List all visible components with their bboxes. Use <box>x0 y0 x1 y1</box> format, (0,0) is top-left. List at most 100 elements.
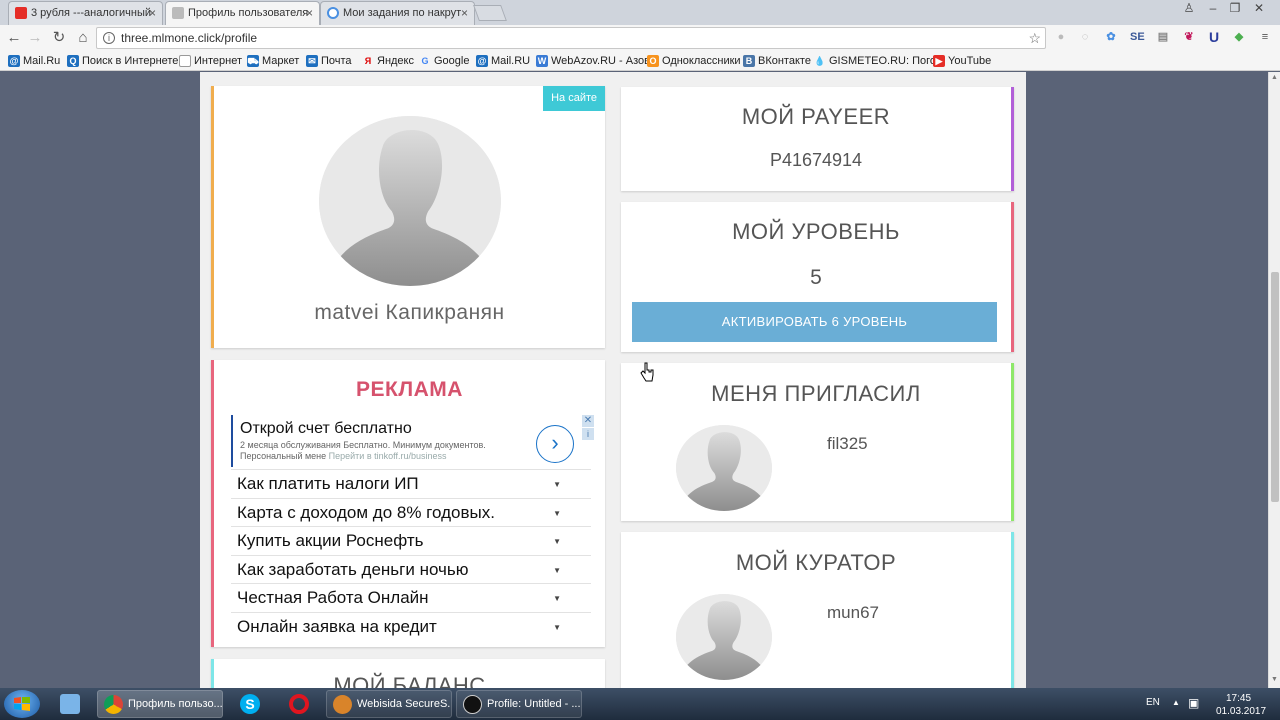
taskbar-media-player[interactable] <box>48 690 92 718</box>
level-title: МОЙ УРОВЕНЬ <box>732 219 900 244</box>
network-icon[interactable]: ▣ <box>1188 696 1199 710</box>
extension-icon[interactable]: ● <box>1054 30 1068 44</box>
balance-card: МОЙ БАЛАНС <box>211 659 605 688</box>
bookmark-item[interactable]: Q Поиск в Интернете <box>67 54 178 68</box>
avatar-icon <box>319 116 501 286</box>
close-icon[interactable]: × <box>461 2 468 24</box>
taskbar-profile[interactable]: Profile: Untitled - ... <box>456 690 582 718</box>
level-card: МОЙ УРОВЕНЬ 5 АКТИВИРОВАТЬ 6 УРОВЕНЬ <box>621 202 1014 352</box>
address-bar[interactable]: i three.mlmone.click/profile ☆ <box>96 27 1046 49</box>
bookmarks-bar: @ Mail.Ru Q Поиск в Интернете Интернет ⛟ Ма… <box>0 51 1280 71</box>
curator-name[interactable]: mun67 <box>827 603 879 623</box>
chevron-right-icon[interactable]: › <box>536 425 574 463</box>
forward-icon[interactable]: → <box>26 29 44 47</box>
inviter-title: МЕНЯ ПРИГЛАСИЛ <box>711 381 921 406</box>
taskbar-chrome[interactable]: Профиль пользо... <box>97 690 223 718</box>
avatar-icon <box>676 425 772 511</box>
username: matvei Капикранян <box>314 301 505 324</box>
ad-list-item[interactable]: Как платить налоги ИП ▼ <box>231 469 591 498</box>
tab-profile[interactable]: Профиль пользователя × <box>165 1 320 25</box>
star-icon[interactable]: ☆ <box>1028 28 1041 48</box>
extension-icon[interactable]: ◌ <box>1078 30 1092 44</box>
inviter-card: МЕНЯ ПРИГЛАСИЛ fil325 <box>621 363 1014 521</box>
dropdown-icon: ▼ <box>553 480 561 489</box>
close-icon[interactable]: ✕ <box>582 415 594 427</box>
inviter-name[interactable]: fil325 <box>827 434 868 454</box>
taskbar-webisida[interactable]: Webisida SecureS... <box>326 690 452 718</box>
tray-arrow-icon[interactable]: ▲ <box>1172 698 1180 707</box>
bookmark-item[interactable]: W WebAzov.RU - Азов <box>536 54 650 68</box>
close-icon[interactable]: × <box>306 2 313 24</box>
extension-icon[interactable]: ◆ <box>1232 30 1246 44</box>
profile-card: На сайте matvei Капикранян <box>211 86 605 348</box>
activate-level-button[interactable]: АКТИВИРОВАТЬ 6 УРОВЕНЬ <box>632 302 997 342</box>
taskbar-skype[interactable]: S <box>228 690 272 718</box>
user-icon[interactable]: ♙ <box>1178 0 1200 18</box>
page-viewport: На сайте matvei Капикранян РЕКЛАМА Откро… <box>0 72 1268 688</box>
tab-strip: 3 рубля ---аналогичный × Профиль пользов… <box>0 0 1280 25</box>
ad-list: Как платить налоги ИП ▼ Карта с доходом д… <box>231 469 591 641</box>
taskbar: Профиль пользо... S Webisida SecureS... … <box>0 688 1280 720</box>
bookmark-item[interactable]: Я Яндекс <box>362 54 414 68</box>
bookmark-item[interactable]: G Google <box>419 54 469 68</box>
extension-icon[interactable]: ❦ <box>1182 30 1196 44</box>
info-icon[interactable]: i <box>103 32 115 44</box>
dropdown-icon: ▼ <box>553 622 561 632</box>
scrollbar[interactable]: ▲ ▼ <box>1268 72 1280 688</box>
youtube-icon <box>15 7 27 19</box>
ad-list-item[interactable]: Купить акции Роснефть ▼ <box>231 526 591 555</box>
app-icon <box>463 695 482 714</box>
scrollbar-thumb[interactable] <box>1271 272 1279 502</box>
close-window-button[interactable]: ✕ <box>1248 0 1270 18</box>
dropdown-icon: ▼ <box>553 565 561 575</box>
bookmark-item[interactable]: ▶ YouTube <box>933 54 991 68</box>
extension-icon[interactable]: ✿ <box>1104 30 1118 44</box>
bookmark-item[interactable]: @ Mail.RU <box>476 54 530 68</box>
skype-icon: S <box>240 694 260 714</box>
dropdown-icon: ▼ <box>553 594 561 604</box>
curator-title: МОЙ КУРАТОР <box>735 550 897 575</box>
tab-youtube[interactable]: 3 рубля ---аналогичный × <box>8 1 163 25</box>
clock-time[interactable]: 17:45 <box>1226 693 1251 704</box>
home-icon[interactable]: ⌂ <box>74 29 92 47</box>
cursor-icon <box>640 362 654 382</box>
dropdown-icon: ▼ <box>553 508 561 518</box>
menu-icon[interactable]: ≡ <box>1258 30 1272 44</box>
restore-button[interactable]: ❐ <box>1224 0 1246 18</box>
minimize-button[interactable]: – <box>1202 0 1224 18</box>
tab-tasks[interactable]: Мои задания по накрут × <box>320 1 475 25</box>
bookmark-item[interactable]: Интернет <box>179 54 242 68</box>
reload-icon[interactable]: ↻ <box>50 29 68 47</box>
windows-start-icon[interactable] <box>4 690 40 718</box>
bookmark-item[interactable]: B ВКонтакте <box>743 54 811 68</box>
back-icon[interactable]: ← <box>5 29 23 47</box>
ad-list-item[interactable]: Карта с доходом до 8% годовых. ▼ <box>231 497 591 527</box>
bookmark-item[interactable]: 💧 GISMETEO.RU: Погод <box>814 54 942 68</box>
ad-list-item[interactable]: Как заработать деньги ночью ▼ <box>231 554 591 584</box>
ad-list-item[interactable]: Честная Работа Онлайн ▼ <box>231 583 591 612</box>
balance-title: МОЙ БАЛАНС <box>333 673 486 688</box>
close-icon[interactable]: × <box>149 2 156 24</box>
payeer-card: МОЙ PAYEER P41674914 <box>621 87 1014 191</box>
bookmark-item[interactable]: ✉ Почта <box>306 54 352 68</box>
bookmark-item[interactable]: O Одноклассники <box>647 54 741 68</box>
payeer-account: P41674914 <box>769 150 863 170</box>
ads-title: РЕКЛАМА <box>356 378 463 401</box>
speaker-icon <box>60 694 80 714</box>
bookmark-item[interactable]: ⛟ Маркет <box>247 54 299 68</box>
extension-icon[interactable]: ▤ <box>1156 30 1170 44</box>
ad-list-item[interactable]: Онлайн заявка на кредит ▼ <box>231 611 591 641</box>
level-value: 5 <box>810 266 822 289</box>
tab-title: 3 рубля ---аналогичный <box>31 7 152 19</box>
clock-date[interactable]: 01.03.2017 <box>1216 706 1266 717</box>
extension-icon[interactable]: SE <box>1130 30 1145 44</box>
new-tab-button[interactable] <box>473 5 507 21</box>
taskbar-opera[interactable] <box>277 690 321 718</box>
payeer-title: МОЙ PAYEER <box>741 104 891 129</box>
language-indicator[interactable]: EN <box>1146 697 1160 708</box>
webisida-icon <box>333 695 352 714</box>
info-icon[interactable]: i <box>582 428 594 440</box>
bookmark-item[interactable]: @ Mail.Ru <box>8 54 60 68</box>
extension-icon[interactable]: U <box>1207 30 1221 44</box>
opera-icon <box>289 694 309 714</box>
